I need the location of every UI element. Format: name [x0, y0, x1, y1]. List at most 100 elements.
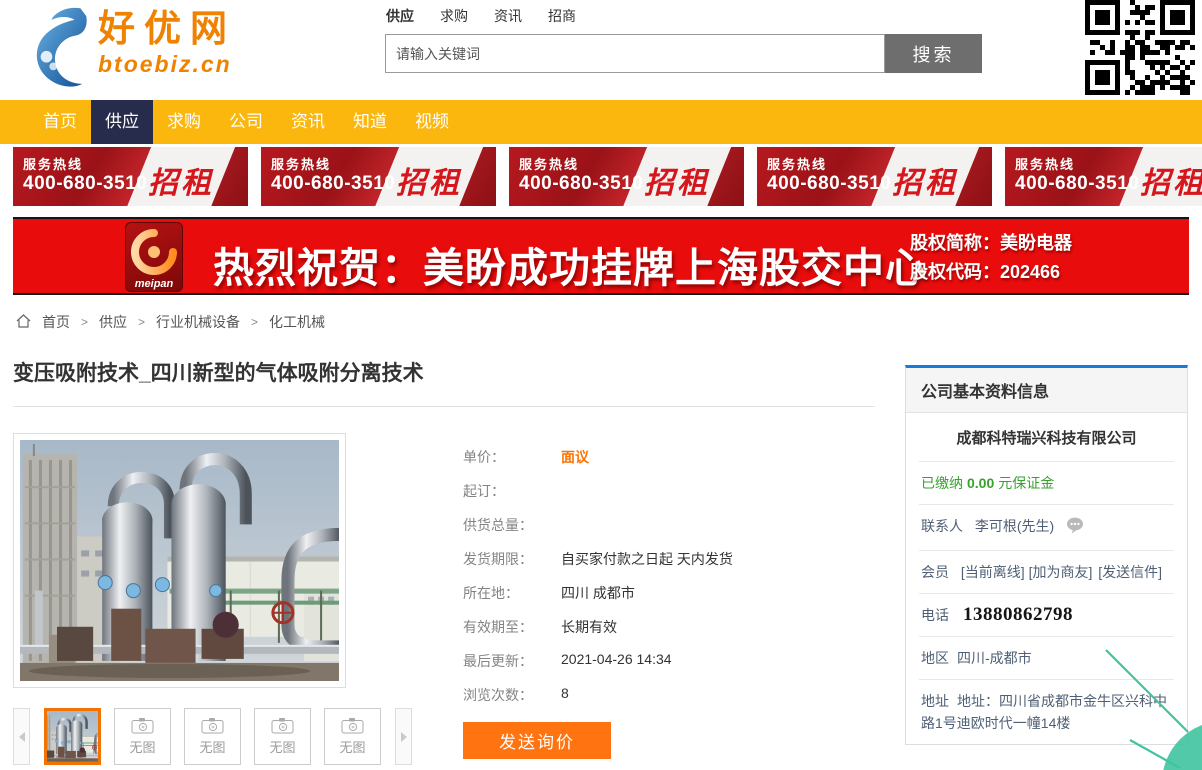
- thumbnail-selected[interactable]: [44, 708, 101, 765]
- meipan-logo-text: meipan: [126, 278, 182, 290]
- detail-row-min-order: 起订：: [463, 481, 733, 515]
- qr-code-image: [1085, 0, 1195, 95]
- member-row: 会员 [当前离线] [加为商友] [发送信件]: [919, 550, 1174, 593]
- rental-ad-banner[interactable]: 服务热线 400-680-3510 招租: [1005, 147, 1202, 206]
- region-value: 四川-成都市: [957, 650, 1032, 666]
- nav-item-news[interactable]: 资讯: [277, 100, 339, 144]
- nav-item-video[interactable]: 视频: [401, 100, 463, 144]
- promo-headline: 热烈祝贺：美盼成功挂牌上海股交中心: [213, 234, 927, 294]
- meipan-logo: meipan: [125, 222, 183, 292]
- ad-hotline-label: 服务热线: [1015, 154, 1139, 173]
- address-row: 地址地址：四川省成都市金牛区兴科中路1号迪欧时代一幢14楼: [919, 679, 1174, 744]
- camera-icon: [271, 717, 295, 734]
- company-panel-title: 公司基本资料信息: [906, 368, 1187, 413]
- camera-icon: [131, 717, 155, 734]
- company-name[interactable]: 成都科特瑞兴科技有限公司: [906, 413, 1187, 461]
- contact-row: 联系人 李可根(先生): [919, 504, 1174, 550]
- ad-cta-text: 招租: [1129, 158, 1202, 202]
- logo-domain: btoebiz.cn: [98, 52, 236, 76]
- breadcrumb-separator: >: [138, 315, 145, 329]
- detail-row-location: 所在地： 四川 成都市: [463, 583, 733, 617]
- nav-item-company[interactable]: 公司: [215, 100, 277, 144]
- thumbnail-placeholder[interactable]: 无图: [184, 708, 241, 765]
- thumbs-next-button[interactable]: [395, 708, 412, 765]
- breadcrumb-separator: >: [81, 315, 88, 329]
- thumbnail-strip: 无图 无图 无图 无图: [13, 708, 412, 765]
- ad-cta-text: 招租: [881, 158, 969, 202]
- breadcrumb-supply[interactable]: 供应: [99, 312, 127, 332]
- search-button[interactable]: 搜索: [885, 34, 982, 73]
- rental-ad-banner[interactable]: 服务热线 400-680-3510 招租: [757, 147, 992, 206]
- ad-hotline-phone: 400-680-3510: [767, 173, 891, 195]
- company-info-panel: 公司基本资料信息 成都科特瑞兴科技有限公司 已缴纳0.00元保证金 联系人 李可…: [905, 365, 1188, 745]
- home-icon: [16, 314, 31, 331]
- breadcrumb-category[interactable]: 行业机械设备: [156, 312, 240, 332]
- add-friend-link[interactable]: [加为商友]: [1029, 564, 1093, 580]
- breadcrumb-subcategory[interactable]: 化工机械: [269, 312, 325, 332]
- promo-stock-info: 股权简称：美盼电器 股权代码：202466: [910, 229, 1072, 287]
- ad-cta-text: 招租: [385, 158, 473, 202]
- main-nav: 首页 供应 求购 公司 资讯 知道 视频: [0, 100, 1202, 144]
- product-main-image[interactable]: [13, 433, 346, 688]
- no-image-label: 无图: [339, 737, 365, 756]
- ad-hotline-label: 服务热线: [23, 154, 147, 173]
- rental-ad-banner[interactable]: 服务热线 400-680-3510 招租: [509, 147, 744, 206]
- ad-cta-text: 招租: [137, 158, 225, 202]
- breadcrumb-separator: >: [251, 315, 258, 329]
- no-image-label: 无图: [199, 737, 225, 756]
- search-tabs: 供应 求购 资讯 招商: [386, 6, 576, 26]
- contact-name: 李可根(先生): [975, 518, 1054, 534]
- detail-row-supply-total: 供货总量：: [463, 515, 733, 549]
- breadcrumb-home[interactable]: 首页: [42, 312, 70, 332]
- thumbnail-placeholder[interactable]: 无图: [114, 708, 171, 765]
- stock-code-line: 股权代码：202466: [910, 258, 1072, 287]
- site-logo[interactable]: 好优网 btoebiz.cn: [30, 6, 236, 95]
- detail-row-last-updated: 最后更新： 2021-04-26 14:34: [463, 651, 733, 685]
- search-tab-news[interactable]: 资讯: [494, 6, 522, 26]
- send-message-link[interactable]: [发送信件]: [1098, 564, 1162, 580]
- ad-cta-text: 招租: [633, 158, 721, 202]
- chevron-right-icon: [401, 732, 407, 742]
- member-status: [当前离线]: [961, 564, 1025, 580]
- deposit-row: 已缴纳0.00元保证金: [919, 461, 1174, 504]
- deposit-amount: 0.00: [967, 475, 994, 491]
- search-tab-buy[interactable]: 求购: [440, 6, 468, 26]
- ad-hotline-label: 服务热线: [271, 154, 395, 173]
- nav-item-home[interactable]: 首页: [29, 100, 91, 144]
- ad-hotline-phone: 400-680-3510: [1015, 173, 1139, 195]
- thumbnail-placeholder[interactable]: 无图: [254, 708, 311, 765]
- detail-row-view-count: 浏览次数： 8: [463, 685, 733, 719]
- promo-banner[interactable]: meipan 热烈祝贺：美盼成功挂牌上海股交中心 股权简称：美盼电器 股权代码：…: [13, 217, 1189, 295]
- detail-row-price: 单价： 面议: [463, 447, 733, 481]
- phone-number: 13880862798: [963, 604, 1073, 625]
- thumbnail-placeholder[interactable]: 无图: [324, 708, 381, 765]
- no-image-label: 无图: [129, 737, 155, 756]
- search-input[interactable]: [385, 34, 885, 73]
- chat-bubble-icon[interactable]: [1066, 521, 1085, 537]
- nav-item-know[interactable]: 知道: [339, 100, 401, 144]
- chevron-left-icon: [19, 732, 25, 742]
- camera-icon: [341, 717, 365, 734]
- address-value: 地址：四川省成都市金牛区兴科中路1号迪欧时代一幢14楼: [921, 693, 1167, 731]
- region-row: 地区四川-成都市: [919, 636, 1174, 679]
- rental-ad-row: 服务热线 400-680-3510 招租 服务热线 400-680-3510 招…: [0, 147, 1202, 206]
- send-inquiry-button[interactable]: 发送询价: [463, 722, 611, 759]
- thumbs-prev-button[interactable]: [13, 708, 30, 765]
- ad-hotline-phone: 400-680-3510: [519, 173, 643, 195]
- title-divider: [13, 406, 875, 407]
- search-tab-merchants[interactable]: 招商: [548, 6, 576, 26]
- nav-item-buy[interactable]: 求购: [153, 100, 215, 144]
- phone-row: 电话13880862798: [919, 593, 1174, 636]
- no-image-label: 无图: [269, 737, 295, 756]
- stock-name-line: 股权简称：美盼电器: [910, 229, 1072, 258]
- product-title: 变压吸附技术_四川新型的气体吸附分离技术: [13, 357, 424, 387]
- breadcrumb: 首页 > 供应 > 行业机械设备 > 化工机械: [16, 312, 325, 332]
- nav-item-supply[interactable]: 供应: [91, 100, 153, 144]
- search-tab-supply[interactable]: 供应: [386, 6, 414, 26]
- ad-hotline-phone: 400-680-3510: [271, 173, 395, 195]
- rental-ad-banner[interactable]: 服务热线 400-680-3510 招租: [13, 147, 248, 206]
- ad-hotline-phone: 400-680-3510: [23, 173, 147, 195]
- rental-ad-banner[interactable]: 服务热线 400-680-3510 招租: [261, 147, 496, 206]
- logo-swirl-icon: [30, 6, 92, 95]
- product-details: 单价： 面议 起订： 供货总量： 发货期限： 自买家付款之日起 天内发货 所在地…: [463, 447, 733, 719]
